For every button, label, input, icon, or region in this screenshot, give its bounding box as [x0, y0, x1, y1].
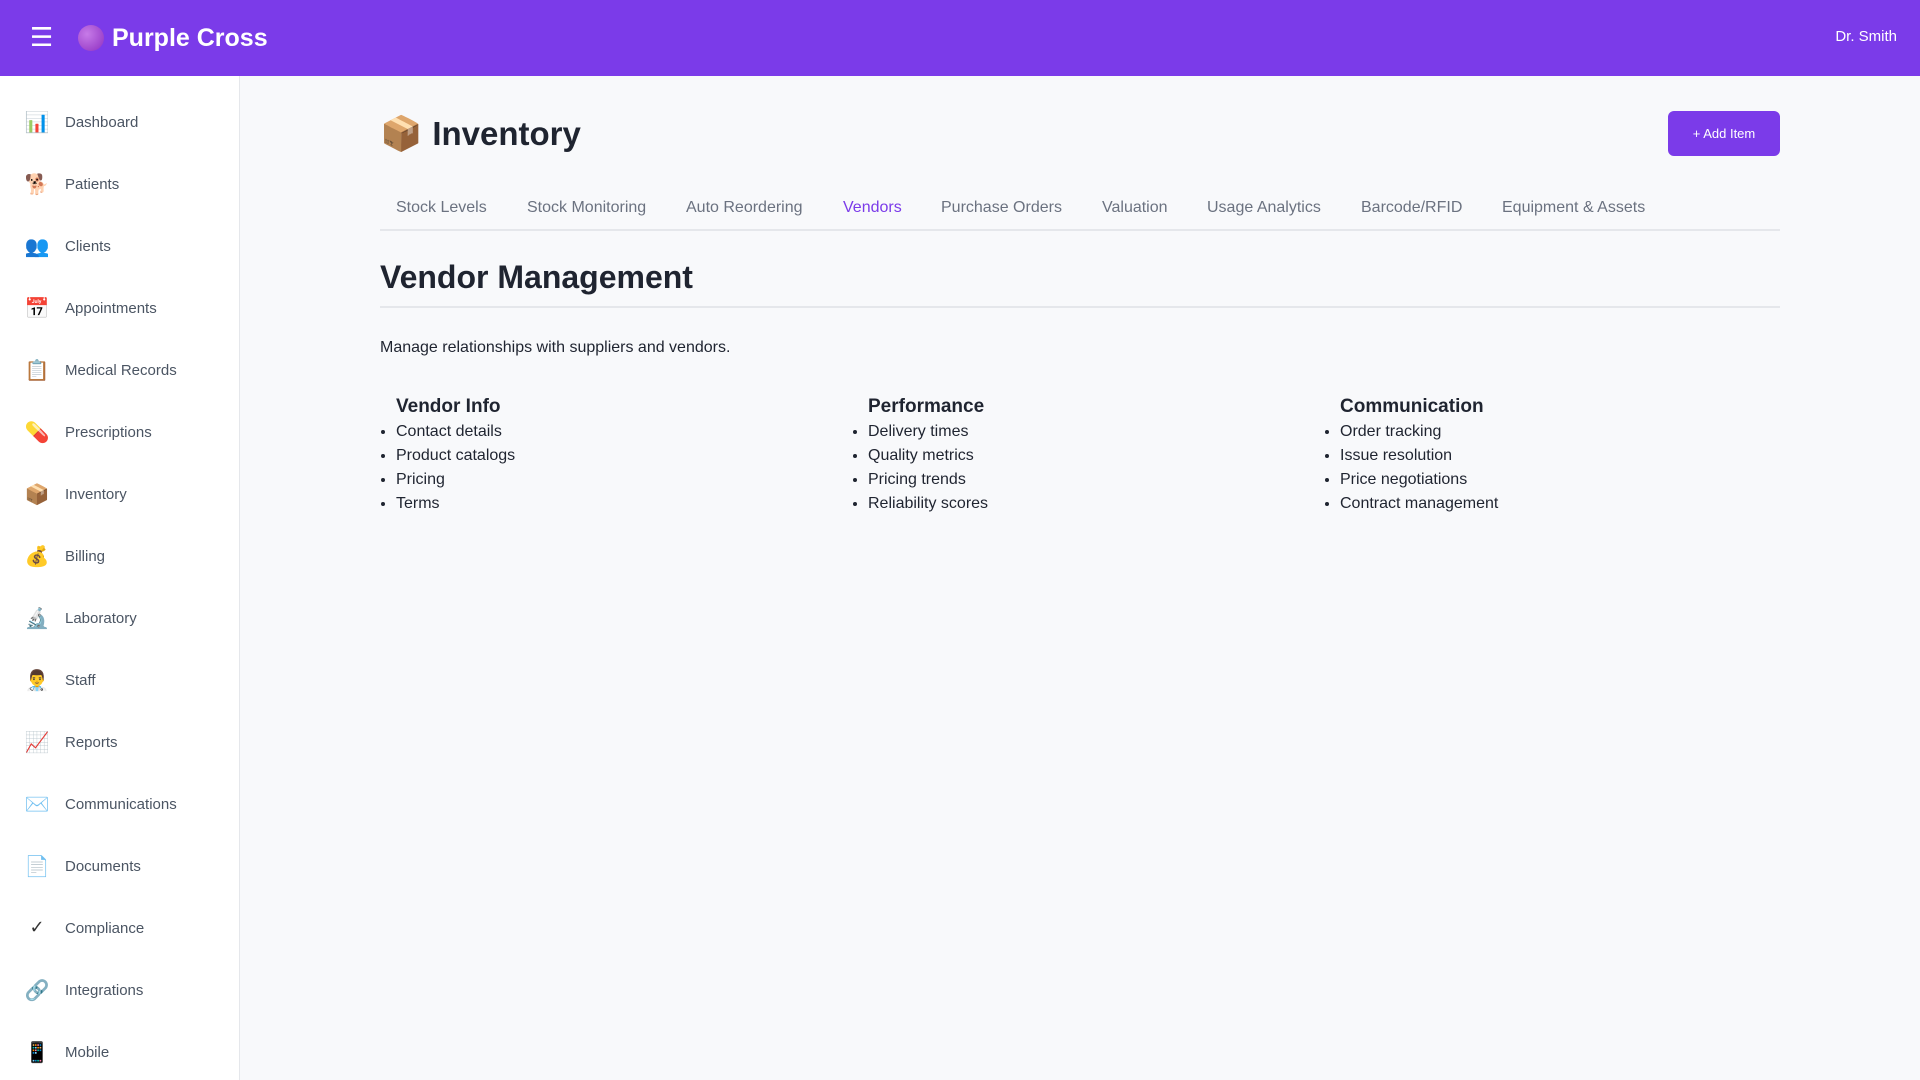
tab-barcode-rfid[interactable]: Barcode/RFID	[1361, 199, 1462, 219]
sidebar-item-patients[interactable]: 🐕 Patients	[0, 161, 239, 207]
tab-stock-monitoring[interactable]: Stock Monitoring	[527, 199, 646, 219]
section-description: Manage relationships with suppliers and …	[380, 339, 731, 356]
calendar-icon: 📅	[24, 296, 50, 320]
tab-purchase-orders[interactable]: Purchase Orders	[941, 199, 1062, 219]
list-item: Contact details	[396, 420, 800, 444]
list-item: Product catalogs	[396, 444, 800, 468]
list-item: Order tracking	[1340, 420, 1744, 444]
tab-stock-levels[interactable]: Stock Levels	[396, 199, 487, 219]
tab-usage-analytics[interactable]: Usage Analytics	[1207, 199, 1321, 219]
sidebar-item-label: Patients	[65, 175, 120, 193]
sidebar-item-label: Mobile	[65, 1043, 110, 1061]
sidebar-item-label: Documents	[65, 857, 141, 875]
envelope-icon: ✉️	[24, 792, 50, 816]
list-item: Issue resolution	[1340, 444, 1744, 468]
sidebar: 📊 Dashboard 🐕 Patients 👥 Clients 📅 Appoi…	[0, 76, 240, 1080]
sidebar-item-integrations[interactable]: 🔗 Integrations	[0, 967, 239, 1013]
people-icon: 👥	[24, 234, 50, 258]
sidebar-item-billing[interactable]: 💰 Billing	[0, 533, 239, 579]
performance-column: Performance Delivery times Quality metri…	[852, 394, 1272, 516]
package-icon: 📦	[24, 482, 50, 506]
list-item: Contract management	[1340, 492, 1744, 516]
tab-equipment-assets[interactable]: Equipment & Assets	[1502, 199, 1645, 219]
brand-name: Purple Cross	[112, 23, 268, 52]
hamburger-icon[interactable]: ☰	[30, 22, 56, 54]
sidebar-item-staff[interactable]: 👨‍⚕️ Staff	[0, 657, 239, 703]
purple-circle-icon	[78, 25, 104, 51]
brand[interactable]: Purple Cross	[78, 20, 268, 56]
mobile-phone-icon: 📱	[24, 1040, 50, 1064]
tab-underline	[380, 229, 1780, 231]
dog-icon: 🐕	[24, 172, 50, 196]
clipboard-icon: 📋	[24, 358, 50, 382]
sidebar-item-label: Compliance	[65, 919, 145, 937]
tab-vendors[interactable]: Vendors	[843, 199, 902, 219]
sidebar-item-label: Inventory	[65, 485, 127, 503]
check-icon: ✓	[29, 917, 45, 938]
sidebar-item-label: Staff	[65, 671, 96, 689]
sidebar-item-label: Reports	[65, 733, 118, 751]
user-name[interactable]: Dr. Smith	[1835, 28, 1897, 45]
sidebar-item-label: Dashboard	[65, 113, 139, 131]
link-icon: 🔗	[24, 978, 50, 1002]
sidebar-item-label: Appointments	[65, 299, 157, 317]
column-list: Contact details Product catalogs Pricing…	[396, 420, 800, 516]
column-heading: Vendor Info	[396, 396, 501, 417]
sidebar-item-label: Integrations	[65, 981, 144, 999]
vendor-info-column: Vendor Info Contact details Product cata…	[380, 394, 800, 516]
sidebar-item-reports[interactable]: 📈 Reports	[0, 719, 239, 765]
sidebar-item-laboratory[interactable]: 🔬 Laboratory	[0, 595, 239, 641]
list-item: Price negotiations	[1340, 468, 1744, 492]
sidebar-item-label: Clients	[65, 237, 111, 255]
list-item: Reliability scores	[868, 492, 1272, 516]
sidebar-item-inventory[interactable]: 📦 Inventory	[0, 471, 239, 517]
list-item: Pricing trends	[868, 468, 1272, 492]
sidebar-item-dashboard[interactable]: 📊 Dashboard	[0, 99, 239, 145]
sidebar-item-label: Medical Records	[65, 361, 177, 379]
money-bag-icon: 💰	[24, 544, 50, 568]
sidebar-item-clients[interactable]: 👥 Clients	[0, 223, 239, 269]
bar-chart-icon: 📊	[24, 110, 50, 134]
column-list: Delivery times Quality metrics Pricing t…	[868, 420, 1272, 516]
doctor-icon: 👨‍⚕️	[24, 668, 50, 692]
sidebar-item-compliance[interactable]: ✓ Compliance	[0, 905, 239, 951]
sidebar-item-medical-records[interactable]: 📋 Medical Records	[0, 347, 239, 393]
communication-column: Communication Order tracking Issue resol…	[1324, 394, 1744, 516]
pill-icon: 💊	[24, 420, 50, 444]
list-item: Quality metrics	[868, 444, 1272, 468]
sidebar-item-documents[interactable]: 📄 Documents	[0, 843, 239, 889]
microscope-icon: 🔬	[24, 606, 50, 630]
sidebar-item-prescriptions[interactable]: 💊 Prescriptions	[0, 409, 239, 455]
section-title: Vendor Management	[380, 259, 693, 295]
column-heading: Performance	[868, 396, 985, 417]
top-bar: ☰ Purple Cross Dr. Smith	[0, 0, 1920, 76]
sidebar-item-communications[interactable]: ✉️ Communications	[0, 781, 239, 827]
sidebar-item-appointments[interactable]: 📅 Appointments	[0, 285, 239, 331]
main-content: 📦 Inventory + Add Item Stock Levels Stoc…	[380, 76, 1780, 1080]
list-item: Terms	[396, 492, 800, 516]
trend-chart-icon: 📈	[24, 730, 50, 754]
sidebar-item-label: Laboratory	[65, 609, 137, 627]
column-list: Order tracking Issue resolution Price ne…	[1340, 420, 1744, 516]
sidebar-item-label: Prescriptions	[65, 423, 152, 441]
column-heading: Communication	[1340, 396, 1484, 417]
sidebar-item-mobile[interactable]: 📱 Mobile	[0, 1029, 239, 1075]
document-icon: 📄	[24, 854, 50, 878]
sidebar-item-label: Communications	[65, 795, 177, 813]
tab-valuation[interactable]: Valuation	[1102, 199, 1168, 219]
tab-auto-reordering[interactable]: Auto Reordering	[686, 199, 803, 219]
list-item: Delivery times	[868, 420, 1272, 444]
sidebar-item-label: Billing	[65, 547, 106, 565]
list-item: Pricing	[396, 468, 800, 492]
